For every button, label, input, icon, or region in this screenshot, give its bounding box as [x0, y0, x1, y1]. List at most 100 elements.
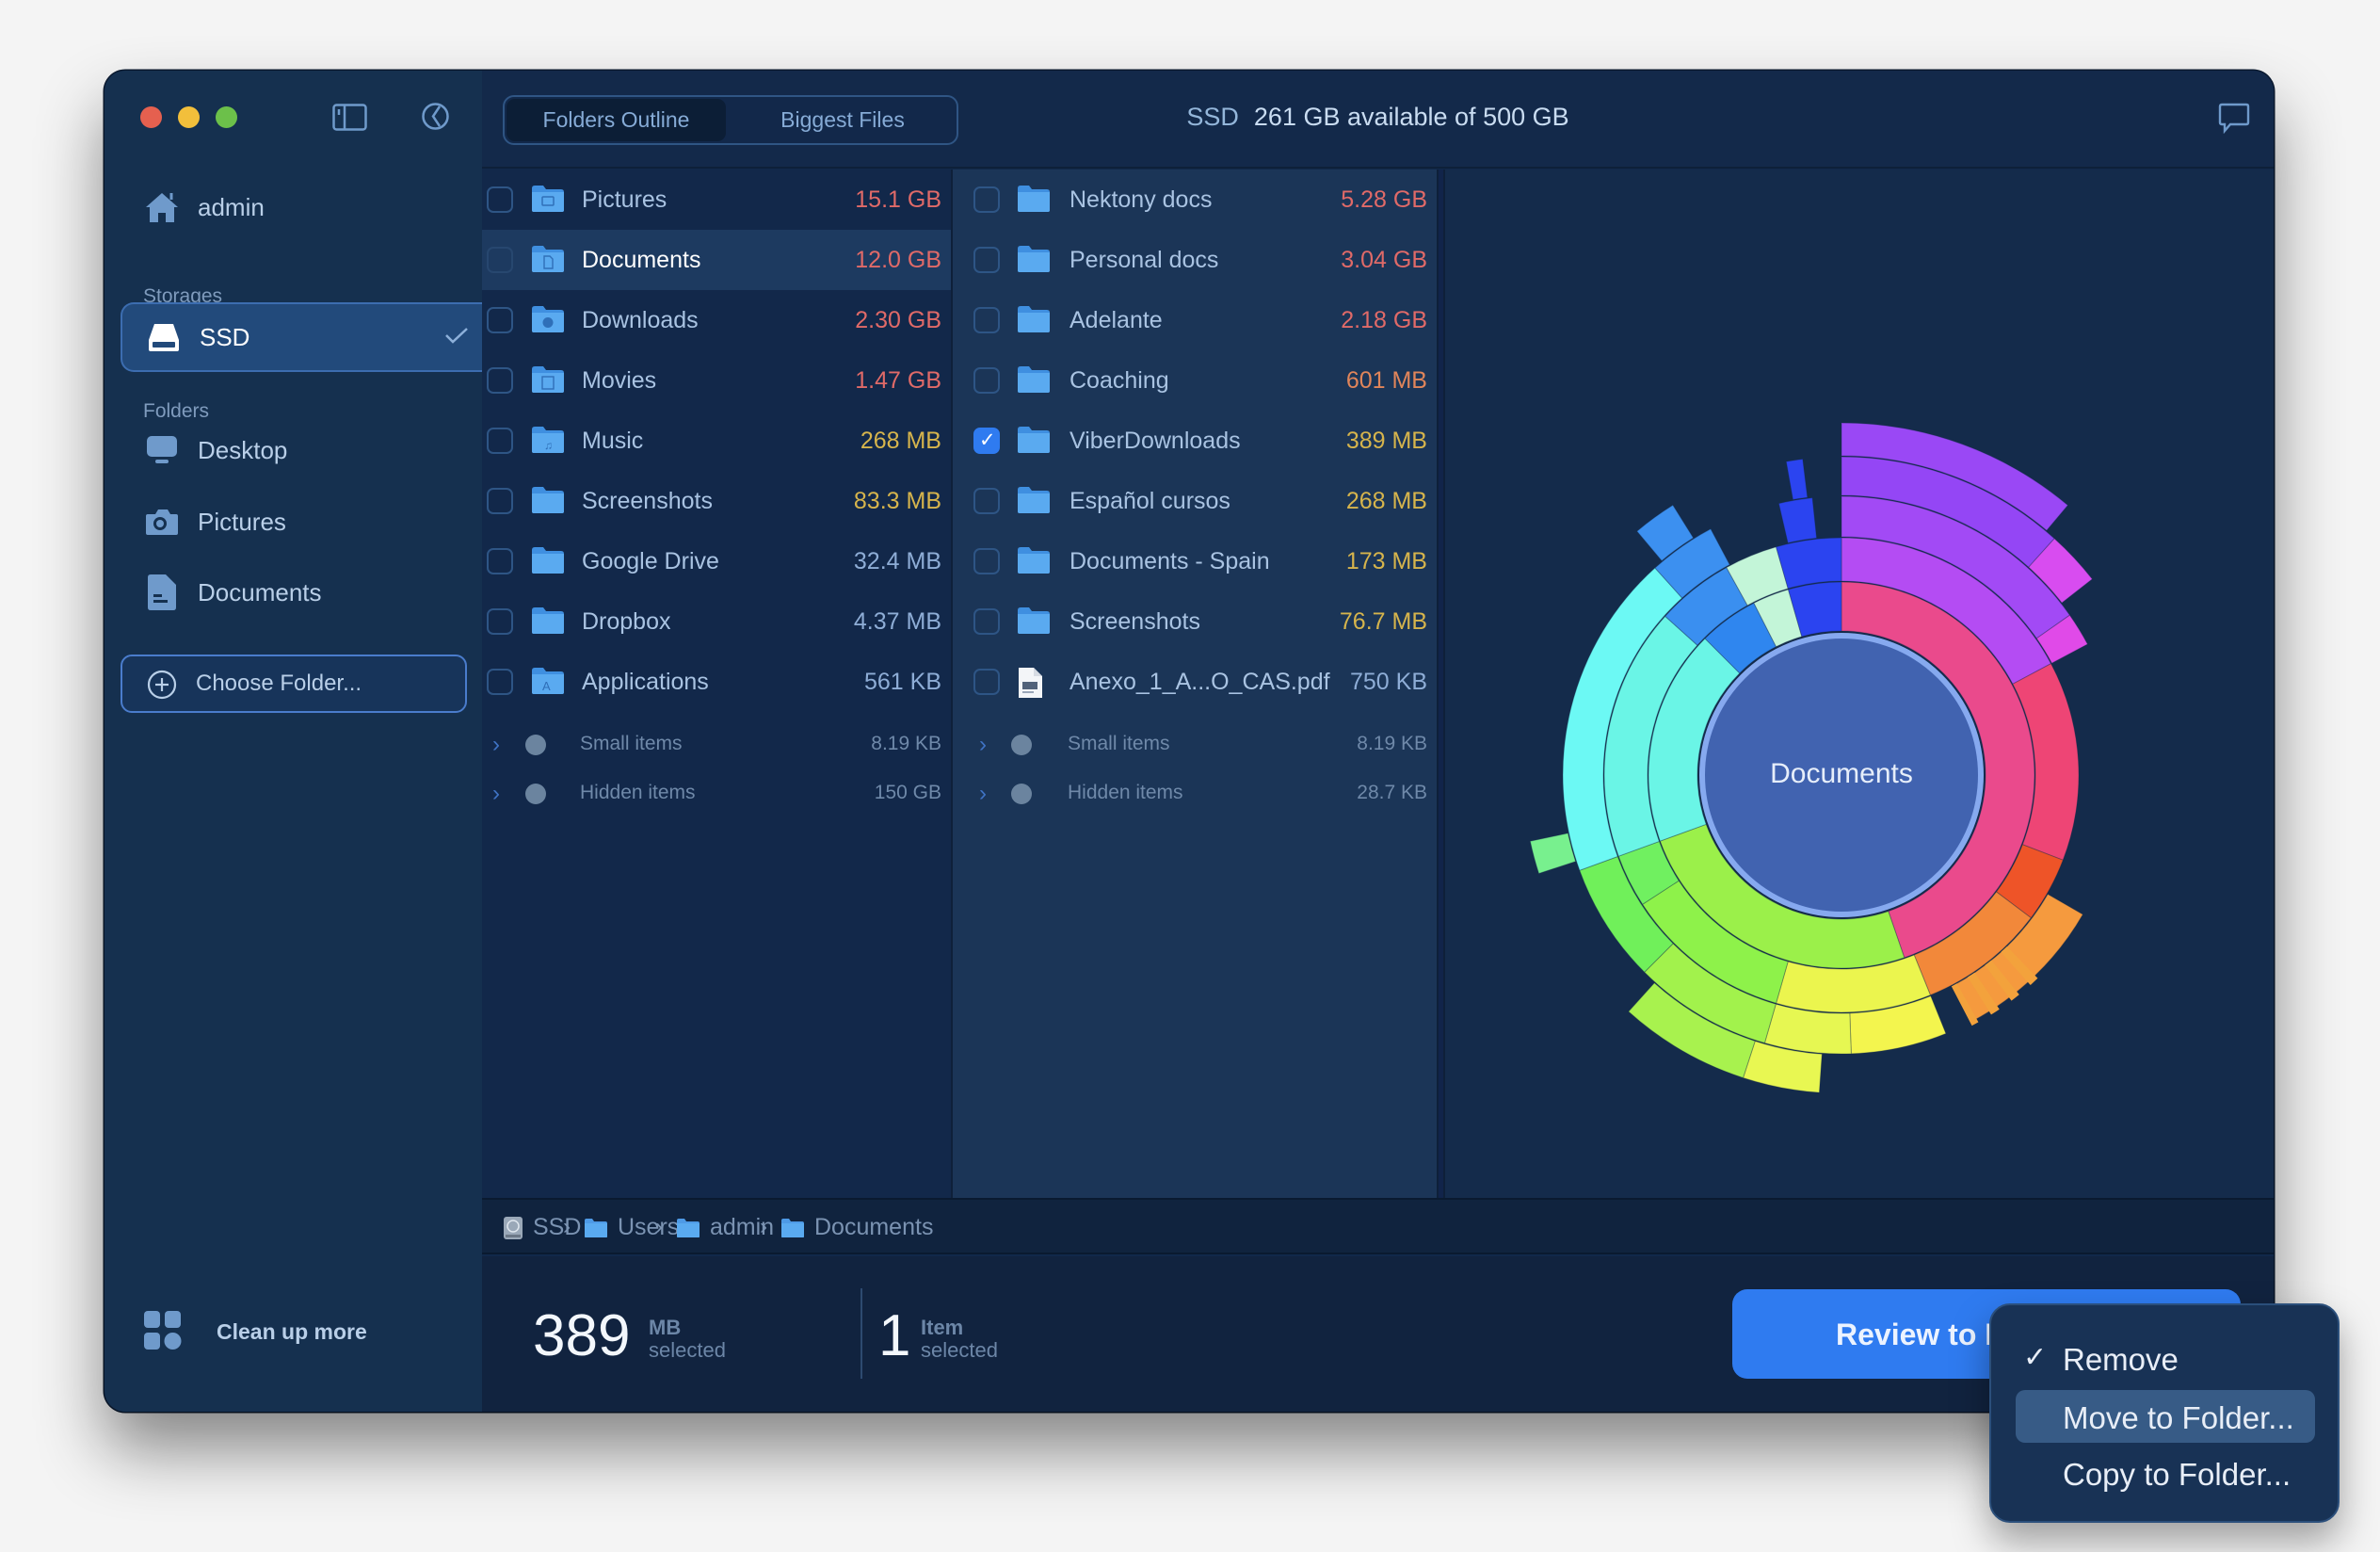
- row-checkbox[interactable]: [973, 548, 1000, 574]
- breadcrumb-item[interactable]: Users: [584, 1214, 679, 1241]
- sidebar-toggle-icon[interactable]: [332, 104, 367, 136]
- row-size: 32.4 MB: [853, 548, 941, 574]
- items-dot-icon: [525, 735, 546, 755]
- folder-icon: [1017, 305, 1051, 338]
- close-window-button[interactable]: [140, 106, 162, 128]
- row-name: ViberDownloads: [1069, 428, 1241, 454]
- sidebar-item-desktop[interactable]: Desktop: [121, 419, 482, 481]
- sidebar-item-documents[interactable]: Documents: [121, 561, 482, 623]
- sidebar-item-ssd[interactable]: SSD: [121, 302, 482, 372]
- chevron-right-icon[interactable]: ›: [492, 732, 500, 758]
- chevron-right-icon[interactable]: ›: [979, 732, 987, 758]
- chart-center-label[interactable]: Documents: [1700, 758, 1983, 790]
- row-checkbox[interactable]: [973, 307, 1000, 333]
- row-checkbox[interactable]: [487, 428, 513, 454]
- folder-row[interactable]: Personal docs 3.04 GB: [953, 230, 1437, 290]
- zoom-window-button[interactable]: [216, 106, 237, 128]
- breadcrumb-label: SSD: [533, 1214, 582, 1240]
- folder-row[interactable]: ♫ Music 268 MB: [482, 411, 951, 471]
- folder-row[interactable]: Documents 12.0 GB: [482, 230, 951, 290]
- folder-row[interactable]: Documents - Spain 173 MB: [953, 531, 1437, 591]
- row-name: Google Drive: [582, 548, 719, 574]
- folder-row[interactable]: A Applications 561 KB: [482, 652, 951, 712]
- row-name: Personal docs: [1069, 247, 1219, 273]
- row-checkbox[interactable]: [973, 669, 1000, 695]
- folder-column-1: Pictures 15.1 GB Documents 12.0 GB Downloads…: [482, 170, 951, 1198]
- column-divider[interactable]: [1437, 170, 1445, 1198]
- row-name: Adelante: [1069, 307, 1163, 333]
- row-checkbox[interactable]: [973, 428, 1000, 454]
- clean-up-more-button[interactable]: Clean up more: [137, 1308, 448, 1355]
- breadcrumb-item[interactable]: Documents: [780, 1214, 933, 1241]
- row-checkbox[interactable]: [487, 488, 513, 514]
- history-icon[interactable]: [421, 102, 450, 136]
- row-size: 268 MB: [860, 428, 941, 454]
- menu-item-move-to-folder[interactable]: Move to Folder...: [2016, 1390, 2315, 1443]
- row-name: Applications: [582, 669, 709, 695]
- home-folder-icon: [676, 1218, 700, 1238]
- row-checkbox[interactable]: [487, 669, 513, 695]
- menu-item-copy-to-folder[interactable]: Copy to Folder...: [2016, 1447, 2315, 1499]
- folder-row[interactable]: Coaching 601 MB: [953, 350, 1437, 411]
- row-checkbox[interactable]: [973, 186, 1000, 213]
- apps-grid-icon: [143, 1310, 183, 1356]
- sidebar-item-pictures[interactable]: Pictures: [121, 491, 482, 553]
- hidden-items-row[interactable]: › Hidden items 150 GB: [482, 770, 951, 819]
- app-window: admin Storages SSD Folders Desktop Pictu…: [105, 71, 2274, 1412]
- folder-row[interactable]: Dropbox 4.37 MB: [482, 591, 951, 652]
- small-items-row[interactable]: › Small items 8.19 KB: [953, 721, 1437, 770]
- folder-row[interactable]: Google Drive 32.4 MB: [482, 531, 951, 591]
- row-checkbox[interactable]: [973, 367, 1000, 394]
- folder-row[interactable]: Screenshots 76.7 MB: [953, 591, 1437, 652]
- sunburst-segment[interactable]: [1785, 458, 1809, 501]
- folder-row[interactable]: Pictures 15.1 GB: [482, 170, 951, 230]
- row-name: Documents: [582, 247, 701, 273]
- sunburst-segment[interactable]: [1775, 537, 1842, 590]
- folder-row[interactable]: Nektony docs 5.28 GB: [953, 170, 1437, 230]
- minimize-window-button[interactable]: [178, 106, 200, 128]
- selected-count-unit-label: Item: [921, 1316, 964, 1339]
- folder-icon: [531, 486, 565, 519]
- items-dot-icon: [1011, 784, 1032, 804]
- folder-icon: [531, 365, 565, 398]
- row-name: Movies: [582, 367, 657, 394]
- main-area: Folders Outline Biggest Files SSD 261 GB …: [482, 71, 2274, 1412]
- row-checkbox[interactable]: [487, 367, 513, 394]
- folder-row[interactable]: Movies 1.47 GB: [482, 350, 951, 411]
- folder-row[interactable]: Screenshots 83.3 MB: [482, 471, 951, 531]
- folder-row[interactable]: Adelante 2.18 GB: [953, 290, 1437, 350]
- row-size: 601 MB: [1345, 367, 1427, 394]
- sunburst-segment[interactable]: [1777, 497, 1818, 544]
- small-items-row[interactable]: › Small items 8.19 KB: [482, 721, 951, 770]
- folder-icon: [1017, 546, 1051, 579]
- row-name: Screenshots: [1069, 608, 1200, 635]
- row-checkbox[interactable]: [487, 608, 513, 635]
- row-checkbox[interactable]: [973, 608, 1000, 635]
- hidden-items-row[interactable]: › Hidden items 28.7 KB: [953, 770, 1437, 819]
- sidebar-item-home[interactable]: admin: [121, 176, 482, 238]
- row-name: Anexo_1_A...O_CAS.pdf: [1069, 669, 1330, 695]
- row-checkbox[interactable]: [973, 488, 1000, 514]
- folder-row[interactable]: ViberDownloads 389 MB: [953, 411, 1437, 471]
- row-checkbox[interactable]: [487, 548, 513, 574]
- feedback-icon[interactable]: [2218, 102, 2250, 138]
- breadcrumb-label: Documents: [814, 1214, 934, 1240]
- folder-row[interactable]: Downloads 2.30 GB: [482, 290, 951, 350]
- folder-row[interactable]: Anexo_1_A...O_CAS.pdf 750 KB: [953, 652, 1437, 712]
- selected-size-unit-label: MB: [649, 1316, 682, 1339]
- items-dot-icon: [1011, 735, 1032, 755]
- row-size: 8.19 KB: [871, 733, 941, 754]
- row-checkbox[interactable]: [487, 186, 513, 213]
- pdf-file-icon: [1017, 667, 1043, 703]
- desktop-icon: [143, 431, 181, 469]
- sunburst-segment[interactable]: [1529, 833, 1577, 875]
- chevron-right-icon[interactable]: ›: [492, 781, 500, 807]
- selected-count-unit: Item selected: [921, 1317, 998, 1362]
- row-checkbox[interactable]: [973, 247, 1000, 273]
- chevron-right-icon[interactable]: ›: [979, 781, 987, 807]
- choose-folder-button[interactable]: Choose Folder...: [121, 655, 467, 713]
- menu-item-remove[interactable]: ✓ Remove: [2016, 1332, 2315, 1384]
- folder-row[interactable]: Español cursos 268 MB: [953, 471, 1437, 531]
- row-checkbox[interactable]: [487, 247, 513, 273]
- row-checkbox[interactable]: [487, 307, 513, 333]
